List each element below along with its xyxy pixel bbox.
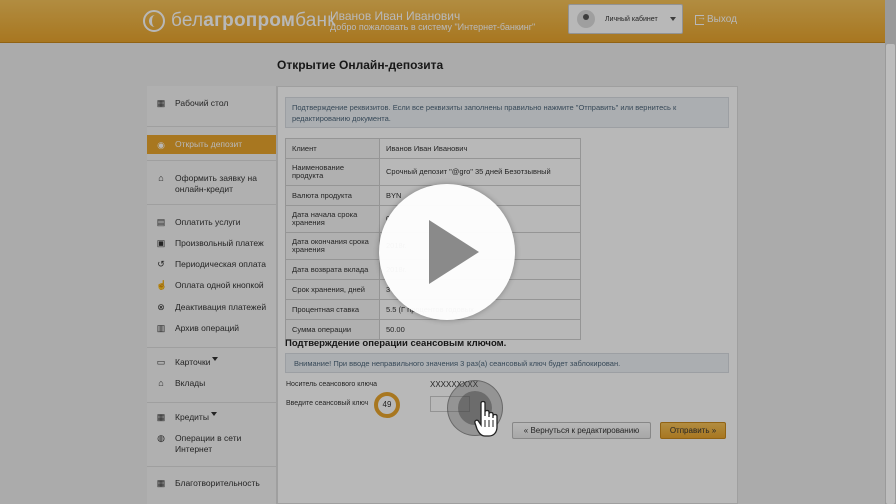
scrollbar[interactable]	[885, 0, 896, 504]
page: белагропромбанк Иванов Иван Иванович Доб…	[0, 0, 896, 504]
hand-cursor-icon	[474, 400, 498, 437]
scrollbar-thumb[interactable]	[886, 44, 895, 504]
play-icon[interactable]	[379, 184, 515, 320]
